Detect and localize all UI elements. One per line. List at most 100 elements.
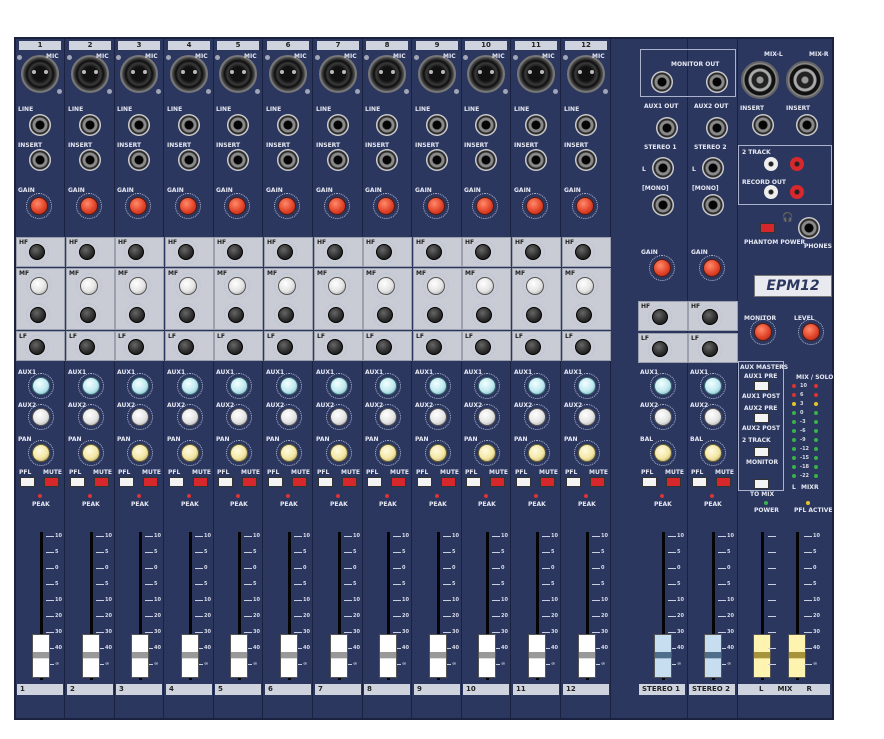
stereo2-input-r[interactable] [702, 194, 724, 216]
aux2-knob-3[interactable] [131, 408, 149, 426]
hf-knob-1[interactable] [29, 244, 45, 260]
stereo1-aux1-knob[interactable] [654, 377, 672, 395]
mf-gain-knob-7[interactable] [328, 307, 344, 323]
aux2-knob-7[interactable] [330, 408, 348, 426]
hf-knob-9[interactable] [426, 244, 442, 260]
gain-knob-6[interactable] [278, 197, 296, 215]
hf-knob-5[interactable] [227, 244, 243, 260]
line-input-8[interactable] [376, 114, 398, 136]
mute-button-8[interactable] [391, 477, 406, 487]
channel-fader-11[interactable] [528, 634, 546, 678]
stereo2-mute-button[interactable] [716, 477, 731, 487]
insert-jack-5[interactable] [227, 149, 249, 171]
stereo1-pfl-button[interactable] [642, 477, 657, 487]
mute-button-7[interactable] [342, 477, 357, 487]
gain-knob-2[interactable] [80, 197, 98, 215]
mute-button-9[interactable] [441, 477, 456, 487]
channel-fader-8[interactable] [379, 634, 397, 678]
line-input-12[interactable] [575, 114, 597, 136]
aux1-out-jack[interactable] [656, 117, 678, 139]
pfl-button-4[interactable] [169, 477, 184, 487]
aux2-knob-2[interactable] [82, 408, 100, 426]
stereo1-bal-knob[interactable] [654, 444, 672, 462]
pan-knob-1[interactable] [32, 444, 50, 462]
pan-knob-10[interactable] [478, 444, 496, 462]
aux1-knob-12[interactable] [578, 377, 596, 395]
stereo2-lf-knob[interactable] [702, 341, 718, 357]
insert-jack-11[interactable] [525, 149, 547, 171]
mic-input-5[interactable] [219, 55, 257, 93]
aux2-knob-11[interactable] [528, 408, 546, 426]
aux1-knob-11[interactable] [528, 377, 546, 395]
phantom-power-button[interactable] [760, 223, 775, 233]
pfl-button-12[interactable] [566, 477, 581, 487]
gain-knob-8[interactable] [377, 197, 395, 215]
channel-fader-10[interactable] [478, 634, 496, 678]
mic-input-11[interactable] [517, 55, 555, 93]
mf-gain-knob-9[interactable] [427, 307, 443, 323]
pan-knob-7[interactable] [330, 444, 348, 462]
gain-knob-5[interactable] [228, 197, 246, 215]
lf-knob-11[interactable] [525, 339, 541, 355]
pfl-button-7[interactable] [318, 477, 333, 487]
mute-button-6[interactable] [292, 477, 307, 487]
mf-gain-knob-4[interactable] [179, 307, 195, 323]
aux1-knob-2[interactable] [82, 377, 100, 395]
aux2-knob-4[interactable] [181, 408, 199, 426]
record-out-r-rca[interactable] [790, 185, 804, 199]
mf-freq-knob-6[interactable] [278, 277, 296, 295]
aux1-pre-post-button[interactable] [754, 381, 769, 391]
stereo1-input-l[interactable] [652, 157, 674, 179]
mute-button-11[interactable] [540, 477, 555, 487]
mf-gain-knob-11[interactable] [526, 307, 542, 323]
pfl-button-1[interactable] [20, 477, 35, 487]
aux1-knob-6[interactable] [280, 377, 298, 395]
mf-freq-knob-11[interactable] [526, 277, 544, 295]
mf-gain-knob-8[interactable] [377, 307, 393, 323]
two-track-l-rca[interactable] [764, 157, 778, 171]
pan-knob-3[interactable] [131, 444, 149, 462]
monitor-out-l-jack[interactable] [651, 71, 673, 93]
pfl-button-10[interactable] [466, 477, 481, 487]
aux2-knob-12[interactable] [578, 408, 596, 426]
insert-jack-3[interactable] [128, 149, 150, 171]
insert-jack-9[interactable] [426, 149, 448, 171]
aux2-knob-6[interactable] [280, 408, 298, 426]
channel-fader-4[interactable] [181, 634, 199, 678]
mute-button-5[interactable] [242, 477, 257, 487]
mf-gain-knob-6[interactable] [278, 307, 294, 323]
mf-gain-knob-2[interactable] [80, 307, 96, 323]
aux2-knob-8[interactable] [379, 408, 397, 426]
line-input-9[interactable] [426, 114, 448, 136]
hf-knob-10[interactable] [475, 244, 491, 260]
aux2-knob-5[interactable] [230, 408, 248, 426]
pan-knob-9[interactable] [429, 444, 447, 462]
lf-knob-2[interactable] [79, 339, 95, 355]
stereo2-aux2-knob[interactable] [704, 408, 722, 426]
mute-button-3[interactable] [143, 477, 158, 487]
gain-knob-12[interactable] [576, 197, 594, 215]
aux1-knob-10[interactable] [478, 377, 496, 395]
line-input-10[interactable] [475, 114, 497, 136]
mute-button-10[interactable] [490, 477, 505, 487]
stereo2-input-l[interactable] [702, 157, 724, 179]
lf-knob-5[interactable] [227, 339, 243, 355]
pfl-button-8[interactable] [367, 477, 382, 487]
insert-jack-4[interactable] [178, 149, 200, 171]
insert-jack-10[interactable] [475, 149, 497, 171]
mf-freq-knob-5[interactable] [228, 277, 246, 295]
stereo1-fader[interactable] [654, 634, 672, 678]
channel-fader-2[interactable] [82, 634, 100, 678]
line-input-5[interactable] [227, 114, 249, 136]
pfl-button-11[interactable] [516, 477, 531, 487]
mic-input-3[interactable] [120, 55, 158, 93]
insert-jack-6[interactable] [277, 149, 299, 171]
phones-jack[interactable] [798, 217, 820, 239]
aux1-knob-4[interactable] [181, 377, 199, 395]
gain-knob-9[interactable] [427, 197, 445, 215]
mute-button-4[interactable] [193, 477, 208, 487]
stereo1-aux2-knob[interactable] [654, 408, 672, 426]
mf-freq-knob-7[interactable] [328, 277, 346, 295]
mf-gain-knob-5[interactable] [228, 307, 244, 323]
channel-fader-9[interactable] [429, 634, 447, 678]
